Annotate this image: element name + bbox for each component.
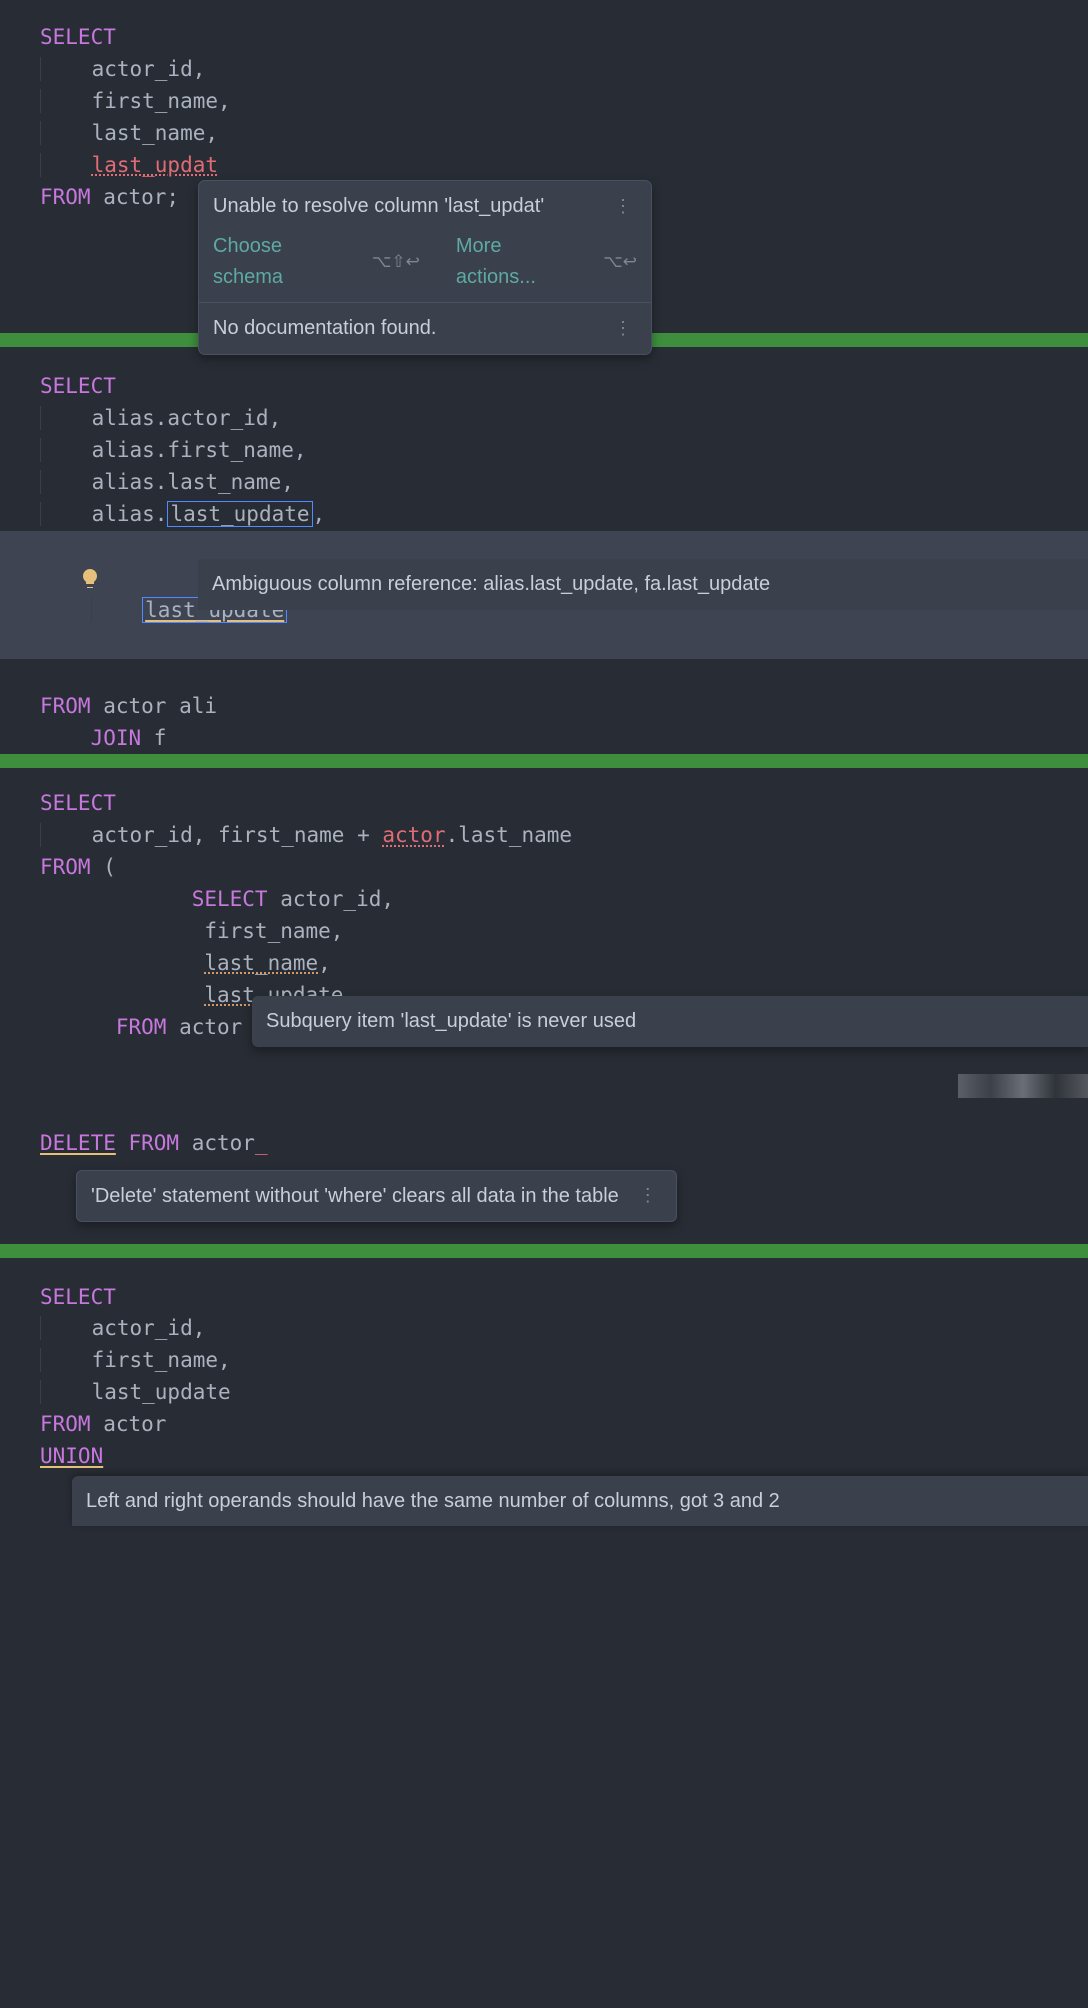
keyword: FROM (40, 855, 91, 879)
separator (0, 754, 1088, 768)
more-icon[interactable]: ⋮ (633, 1182, 662, 1209)
code-block-4: DELETE FROM actor_ 'Delete' statement wi… (0, 1098, 1088, 1244)
shortcut: ⌥⇧↩ (372, 249, 420, 275)
keyword: FROM (116, 1015, 167, 1039)
code-text: last_update (41, 1380, 231, 1404)
code-text: first_name, (40, 919, 343, 943)
code-block-5: SELECT actor_id, first_name, last_update… (0, 1258, 1088, 1473)
code-text: actor (166, 1015, 242, 1039)
code-text: alias.actor_id, (41, 406, 281, 430)
keyword: SELECT (40, 791, 116, 815)
tooltip-message: 'Delete' statement without 'where' clear… (91, 1181, 619, 1211)
keyword: FROM (40, 185, 91, 209)
code-editor[interactable]: SELECT actor_id, first_name, last_name, … (0, 0, 1088, 1473)
error-tooltip: Unable to resolve column 'last_updat' ⋮ … (198, 180, 652, 355)
shortcut: ⌥↩ (603, 249, 637, 275)
code-text: actor; (91, 185, 180, 209)
code-text: alias.last_name, (41, 470, 294, 494)
error-token[interactable]: actor (382, 823, 445, 847)
code-block-1: SELECT actor_id, first_name, last_name, … (0, 0, 1088, 333)
action-more[interactable]: More actions... (456, 231, 569, 292)
error-token[interactable]: last_updat (92, 153, 218, 177)
code-text: actor (91, 1412, 167, 1436)
keyword: JOIN (91, 726, 142, 750)
keyword: SELECT (40, 25, 116, 49)
code-text: actor_id, (41, 1316, 205, 1340)
keyword: FROM (116, 1131, 179, 1155)
warning-tooltip: Left and right operands should have the … (72, 1476, 1088, 1526)
selected-token[interactable]: last_update (167, 501, 312, 527)
warning-keyword[interactable]: UNION (40, 1444, 103, 1468)
warning-tooltip: Subquery item 'last_update' is never use… (252, 996, 1088, 1046)
separator (0, 1244, 1088, 1258)
more-icon[interactable]: ⋮ (608, 193, 637, 220)
code-text: actor ali (91, 694, 217, 718)
tooltip-nodoc: No documentation found. (213, 313, 590, 343)
action-choose-schema[interactable]: Choose schema (213, 231, 338, 292)
code-text: actor_id, (41, 57, 205, 81)
code-text: alias. (41, 502, 167, 526)
warning-keyword[interactable]: DELETE (40, 1131, 116, 1155)
tooltip-message: Ambiguous column reference: alias.last_u… (212, 573, 770, 595)
code-text: alias.first_name, (41, 438, 307, 462)
warning-token[interactable]: last_name (204, 951, 318, 975)
keyword: FROM (40, 694, 91, 718)
code-text: first_name, (41, 1348, 231, 1372)
lightbulb-icon[interactable] (2, 535, 26, 559)
code-block-2: SELECT alias.actor_id, alias.first_name,… (0, 347, 1088, 754)
error-tooltip: Ambiguous column reference: alias.last_u… (198, 559, 1088, 609)
keyword: SELECT (40, 1285, 116, 1309)
code-text: actor (179, 1131, 255, 1155)
code-text: first_name, (41, 89, 231, 113)
tooltip-message: Unable to resolve column 'last_updat' (213, 191, 590, 221)
tooltip-message: Subquery item 'last_update' is never use… (266, 1010, 636, 1032)
code-text: ( (91, 855, 116, 879)
code-block-3: SELECT actor_id, first_name + actor.last… (0, 768, 1088, 1073)
keyword: FROM (40, 1412, 91, 1436)
more-icon[interactable]: ⋮ (608, 315, 637, 342)
code-text: last_name, (41, 121, 218, 145)
keyword: SELECT (116, 887, 268, 911)
tooltip-message: Left and right operands should have the … (86, 1490, 780, 1512)
code-text: .last_name (446, 823, 572, 847)
noise-artifact (958, 1074, 1088, 1098)
code-text: actor_id, (268, 887, 394, 911)
cursor-icon: _ (255, 1131, 268, 1155)
code-text: actor_id, first_name + (41, 823, 382, 847)
warning-tooltip: 'Delete' statement without 'where' clear… (76, 1170, 677, 1222)
keyword: SELECT (40, 374, 116, 398)
